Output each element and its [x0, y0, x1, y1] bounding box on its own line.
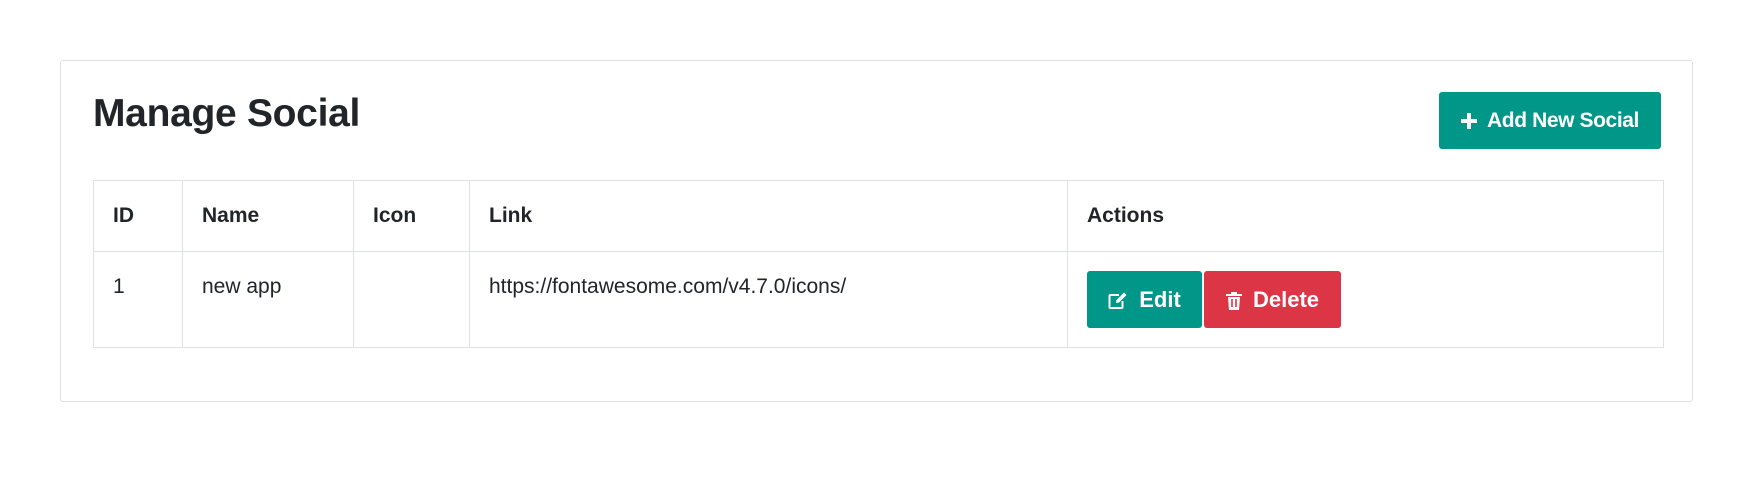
- edit-label: Edit: [1139, 286, 1181, 312]
- social-table: ID Name Icon Link Actions 1 new app http…: [93, 180, 1664, 348]
- cell-icon: [353, 251, 470, 348]
- delete-label: Delete: [1252, 286, 1320, 312]
- trash-icon: [1225, 292, 1242, 310]
- add-new-social-button[interactable]: Add New Social: [1439, 92, 1661, 149]
- plus-icon: [1461, 112, 1478, 129]
- edit-icon: [1108, 292, 1128, 310]
- column-header-name: Name: [182, 180, 354, 252]
- table-header-row: ID Name Icon Link Actions: [93, 180, 1664, 252]
- manage-social-card: Manage Social Add New Social ID Name Ico…: [60, 60, 1693, 402]
- cell-link: https://fontawesome.com/v4.7.0/icons/: [469, 251, 1068, 348]
- delete-button[interactable]: Delete: [1204, 271, 1341, 328]
- cell-actions: Edit Delete: [1067, 251, 1664, 348]
- column-header-icon: Icon: [353, 180, 470, 252]
- column-header-link: Link: [469, 180, 1068, 252]
- edit-button[interactable]: Edit: [1087, 271, 1202, 328]
- cell-id: 1: [93, 251, 183, 348]
- column-header-actions: Actions: [1067, 180, 1664, 252]
- table-row: 1 new app https://fontawesome.com/v4.7.0…: [93, 251, 1664, 348]
- card-header: Manage Social Add New Social: [93, 89, 1661, 149]
- add-new-social-label: Add New Social: [1487, 108, 1639, 132]
- cell-name: new app: [182, 251, 354, 348]
- page-title: Manage Social: [93, 92, 361, 135]
- column-header-id: ID: [93, 180, 183, 252]
